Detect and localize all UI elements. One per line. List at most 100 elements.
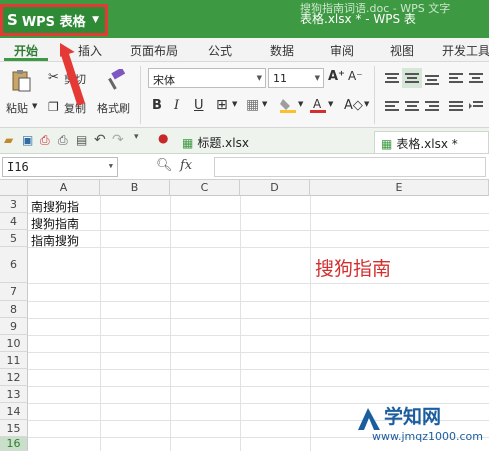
window-title: 表格.xlsx * - WPS 表 [300, 12, 416, 26]
name-box[interactable]: I16 ▼ [2, 157, 118, 177]
row-header-10[interactable]: 10 [0, 335, 28, 352]
align-center-icon[interactable] [466, 68, 486, 88]
chevron-down-icon[interactable]: ▼ [262, 100, 267, 108]
font-color-icon[interactable]: A [308, 95, 328, 115]
formula-bar: I16 ▼ 🔍︎ fx [0, 154, 489, 180]
insert-function-button[interactable]: fx [180, 158, 192, 173]
paste-icon[interactable] [8, 68, 34, 94]
row-header-11[interactable]: 11 [0, 352, 28, 369]
indent-icon[interactable] [466, 96, 486, 116]
column-header-d[interactable]: D [240, 180, 310, 196]
format-painter-icon[interactable] [104, 68, 128, 92]
column-header-a[interactable]: A [28, 180, 100, 196]
doc-tab-label: 标题.xlsx [197, 136, 249, 150]
ribbon-separator [374, 66, 375, 124]
redo-icon[interactable]: ↷ [112, 132, 124, 148]
row-header-9[interactable]: 9 [0, 318, 28, 335]
tab-formulas[interactable]: 公式 [208, 42, 232, 59]
column-header-e[interactable]: E [310, 180, 489, 196]
active-tab-indicator [4, 58, 48, 61]
chevron-down-icon: ▼ [256, 74, 262, 82]
row-header-14[interactable]: 14 [0, 403, 28, 420]
gridline [28, 301, 489, 302]
row-header-12[interactable]: 12 [0, 369, 28, 386]
open-folder-icon[interactable]: ▰ [4, 133, 13, 147]
font-name-select[interactable]: 宋体 ▼ [148, 68, 266, 88]
select-all-corner[interactable] [0, 180, 28, 196]
gridline [240, 196, 241, 451]
align-left-icon[interactable] [446, 68, 466, 88]
borders-icon[interactable]: ⊞ [216, 97, 228, 113]
gridline [28, 352, 489, 353]
cell-e6[interactable]: 搜狗指南 [315, 254, 391, 281]
doc-tab-table-file[interactable]: ▦ 表格.xlsx * [374, 131, 489, 153]
tab-review[interactable]: 审阅 [330, 42, 354, 59]
chevron-down-icon[interactable]: ▼ [298, 100, 303, 108]
row-header-5[interactable]: 5 [0, 230, 28, 247]
bold-button[interactable]: B [152, 98, 162, 113]
row-header-16[interactable]: 16 [0, 437, 28, 451]
print-preview-icon[interactable]: ▤ [76, 133, 87, 147]
doc-tab-title-file[interactable]: ▦ 标题.xlsx [176, 131, 255, 153]
tab-home[interactable]: 开始 [14, 42, 38, 59]
gridline [170, 196, 171, 451]
chevron-down-icon[interactable]: ▼ [328, 100, 333, 108]
merge-cells-icon[interactable]: ▦ [246, 97, 259, 113]
column-header-c[interactable]: C [170, 180, 240, 196]
row-header-6[interactable]: 6 [0, 247, 28, 283]
font-name-value: 宋体 [153, 74, 175, 87]
cell-a5[interactable]: 指南搜狗 [31, 232, 79, 249]
search-icon[interactable]: 🔍︎ [156, 158, 173, 173]
align-middle-icon[interactable] [402, 68, 422, 88]
underline-button[interactable]: U [194, 98, 204, 113]
tab-data[interactable]: 数据 [270, 42, 294, 59]
wps-app-menu-button[interactable]: S WPS 表格 ▼ [0, 4, 108, 36]
paste-dropdown-icon[interactable]: ▼ [32, 102, 37, 110]
formula-input[interactable] [214, 157, 486, 177]
quick-access-dropdown-icon[interactable]: ▾ [134, 132, 139, 142]
tab-page-layout[interactable]: 页面布局 [130, 42, 178, 59]
chevron-down-icon[interactable]: ▼ [364, 100, 369, 108]
fill-color-icon[interactable] [278, 95, 298, 115]
copy-icon[interactable]: ❐ [48, 100, 59, 114]
row-header-4[interactable]: 4 [0, 213, 28, 230]
tab-view[interactable]: 视图 [390, 42, 414, 59]
svg-text:A: A [313, 97, 322, 111]
save-icon[interactable]: ▣ [22, 133, 33, 147]
export-pdf-icon[interactable]: ⎙ [40, 133, 50, 148]
undo-icon[interactable]: ↶ [94, 132, 106, 148]
document-tab-bar: ▰ ▣ ⎙ ⎙ ▤ ↶ ↷ ▾ ● ▦ 标题.xlsx ▦ 表格.xlsx * [0, 128, 489, 154]
app-name: WPS 表格 [21, 14, 86, 30]
increase-font-icon[interactable]: A⁺ [328, 69, 345, 84]
watermark: 学知网 www.jmqz1000.com [350, 400, 489, 451]
column-header-b[interactable]: B [100, 180, 170, 196]
tab-developer[interactable]: 开发工具 [442, 42, 489, 59]
align-top-icon[interactable] [382, 68, 402, 88]
font-size-select[interactable]: 11 ▼ [268, 68, 324, 88]
align-justify-center-icon[interactable] [402, 96, 422, 116]
italic-button[interactable]: I [174, 98, 179, 113]
align-justify-right-icon[interactable] [422, 96, 442, 116]
cell-a4[interactable]: 搜狗指南 [31, 215, 79, 232]
row-header-15[interactable]: 15 [0, 420, 28, 437]
row-header-7[interactable]: 7 [0, 283, 28, 301]
watermark-url: www.jmqz1000.com [372, 430, 483, 443]
cell-a3[interactable]: 南搜狗指 [31, 198, 79, 215]
row-header-13[interactable]: 13 [0, 386, 28, 403]
row-header-8[interactable]: 8 [0, 301, 28, 318]
chevron-down-icon[interactable]: ▼ [232, 100, 237, 108]
clear-format-icon[interactable]: A◇ [344, 98, 363, 113]
scissors-icon[interactable]: ✂ [48, 70, 59, 85]
paste-button[interactable]: 粘贴 [6, 100, 28, 116]
row-header-3[interactable]: 3 [0, 196, 28, 213]
gridline [28, 386, 489, 387]
gridline [28, 213, 489, 214]
print-icon[interactable]: ⎙ [58, 133, 68, 148]
spreadsheet-file-icon: ▦ [182, 136, 194, 150]
align-bottom-icon[interactable] [422, 68, 442, 88]
gridline [28, 283, 489, 284]
align-justify-left-icon[interactable] [382, 96, 402, 116]
decrease-font-icon[interactable]: A⁻ [348, 69, 363, 83]
distributed-align-icon[interactable] [446, 96, 466, 116]
format-painter-button[interactable]: 格式刷 [97, 100, 130, 116]
